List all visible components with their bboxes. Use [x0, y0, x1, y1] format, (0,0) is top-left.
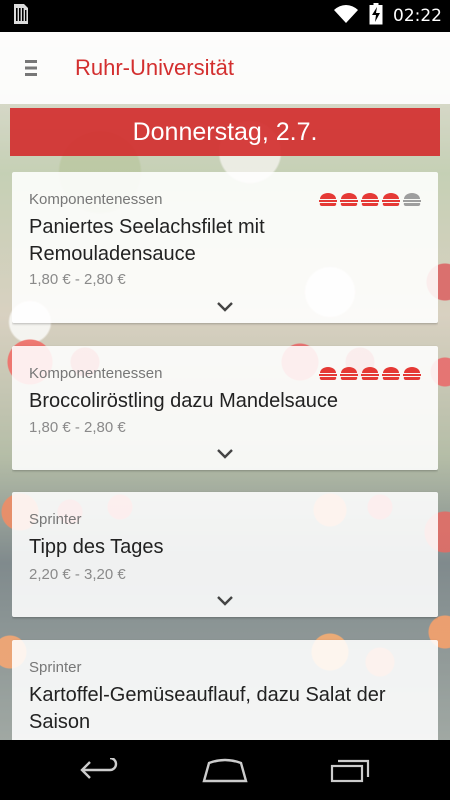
status-bar: 02:22 [0, 0, 450, 32]
app-bar: Ruhr-Universität [0, 32, 450, 104]
burger-rating-icon [319, 367, 337, 381]
status-right: 02:22 [333, 2, 442, 30]
meal-name: Kartoffel-Gemüseauflauf, dazu Salat der … [29, 684, 386, 733]
burger-rating-icon [319, 193, 337, 207]
meal-category: Komponentenessen [29, 191, 163, 208]
home-icon[interactable] [175, 740, 275, 800]
meal-category: Komponentenessen [29, 365, 163, 382]
meal-card[interactable]: Komponentenessen Broccoliröstling dazu M… [12, 346, 438, 470]
rating [318, 366, 422, 382]
burger-rating-icon [361, 367, 379, 381]
meal-list: Komponentenessen Paniertes Seelachsfilet… [12, 172, 438, 740]
meal-card[interactable]: Sprinter Kartoffel-Gemüseauflauf, dazu S… [12, 640, 438, 740]
clock: 02:22 [393, 6, 442, 26]
battery-charging-icon [369, 2, 383, 30]
chevron-down-icon[interactable] [214, 300, 236, 314]
meal-category: Sprinter [29, 659, 82, 676]
meal-category: Sprinter [29, 511, 82, 528]
burger-rating-icon [382, 193, 400, 207]
burger-rating-icon [382, 367, 400, 381]
burger-rating-icon [361, 193, 379, 207]
burger-rating-icon [340, 367, 358, 381]
chevron-down-icon[interactable] [214, 594, 236, 608]
meal-card[interactable]: Sprinter Tipp des Tages 2,20 € - 3,20 € [12, 492, 438, 617]
status-left [10, 3, 30, 30]
date-label: Donnerstag, 2.7. [132, 117, 318, 146]
app-title: Ruhr-Universität [75, 55, 234, 80]
navigation-bar [0, 740, 450, 800]
meal-name: Tipp des Tages [29, 536, 164, 558]
rating [318, 192, 422, 208]
meal-price: 1,80 € - 2,80 € [29, 271, 126, 288]
meal-price: 2,20 € - 3,20 € [29, 566, 126, 583]
burger-rating-icon [340, 193, 358, 207]
meal-price: 1,80 € - 2,80 € [29, 419, 126, 436]
date-banner: Donnerstag, 2.7. [10, 108, 440, 156]
wifi-icon [333, 4, 359, 29]
meal-card[interactable]: Komponentenessen Paniertes Seelachsfilet… [12, 172, 438, 323]
recent-apps-icon[interactable] [300, 740, 400, 800]
meal-name: Broccoliröstling dazu Mandelsauce [29, 390, 339, 412]
hamburger-menu-icon[interactable] [0, 32, 62, 104]
sim-card-icon [10, 3, 30, 30]
meal-name: Paniertes Seelachsfilet mit Remouladensa… [29, 216, 265, 265]
burger-rating-icon-inactive [403, 193, 421, 207]
chevron-down-icon[interactable] [214, 447, 236, 461]
burger-rating-icon [403, 367, 421, 381]
back-icon[interactable] [50, 740, 150, 800]
